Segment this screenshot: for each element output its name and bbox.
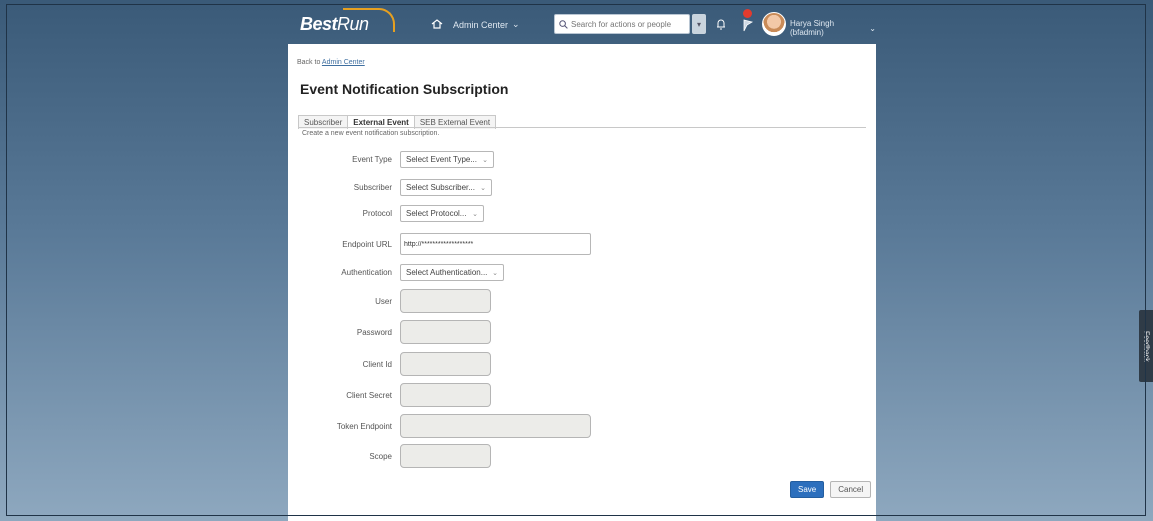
scope-label: Scope	[369, 451, 392, 461]
row-event-type: Event Type Select Event Type... ⌄	[288, 151, 494, 168]
row-user: User	[288, 289, 491, 313]
logo-swoosh-icon	[343, 8, 395, 32]
user-name: Harya Singh (bfadmin)	[790, 19, 835, 37]
breadcrumb: Back to Admin Center	[297, 59, 365, 66]
row-authentication: Authentication Select Authentication... …	[288, 264, 504, 281]
notification-badge	[743, 9, 752, 18]
tab-divider	[298, 127, 866, 128]
breadcrumb-prefix: Back to	[297, 59, 321, 66]
nav-menu-label: Admin Center	[453, 19, 509, 30]
row-scope: Scope	[288, 444, 491, 468]
authentication-value: Select Authentication...	[406, 268, 488, 277]
back-to-admin-center-link[interactable]: Admin Center	[322, 59, 365, 66]
form-actions: Save Cancel	[790, 481, 872, 498]
chevron-down-icon: ⌄	[869, 23, 876, 33]
user-menu[interactable]: Harya Singh (bfadmin) ⌄	[790, 19, 876, 37]
client-id-field[interactable]	[400, 352, 491, 376]
authentication-select[interactable]: Select Authentication... ⌄	[400, 264, 504, 281]
row-password: Password	[288, 320, 491, 344]
helper-text: Create a new event notification subscrip…	[302, 130, 440, 137]
row-protocol: Protocol Select Protocol... ⌄	[288, 205, 484, 222]
authentication-label: Authentication	[341, 268, 392, 277]
user-field[interactable]	[400, 289, 491, 313]
row-token-endpoint: Token Endpoint	[288, 414, 591, 438]
client-secret-field[interactable]	[400, 383, 491, 407]
event-type-label: Event Type	[352, 155, 392, 164]
chevron-down-icon: ⌄	[482, 156, 488, 164]
client-id-label: Client Id	[362, 359, 392, 369]
password-field[interactable]	[400, 320, 491, 344]
password-label: Password	[356, 327, 392, 337]
global-search	[554, 14, 690, 34]
token-endpoint-field[interactable]	[400, 414, 591, 438]
row-subscriber: Subscriber Select Subscriber... ⌄	[288, 179, 492, 196]
shell-bar: BestRun Admin Center ⌄ ▾ Harya Singh (bf…	[288, 4, 876, 44]
endpoint-url-label: Endpoint URL	[342, 239, 392, 249]
bell-icon[interactable]	[716, 18, 726, 30]
event-type-value: Select Event Type...	[406, 155, 478, 164]
subscriber-value: Select Subscriber...	[406, 183, 475, 192]
user-label: User	[375, 296, 392, 306]
client-secret-label: Client Secret	[346, 390, 392, 400]
row-client-id: Client Id	[288, 352, 491, 376]
chevron-down-icon: ⌄	[472, 210, 478, 218]
search-icon	[559, 19, 568, 29]
nav-menu-admin-center[interactable]: Admin Center ⌄	[453, 19, 520, 30]
row-client-secret: Client Secret	[288, 383, 491, 407]
logo-text-best: Best	[300, 14, 338, 34]
chevron-down-icon: ⌄	[480, 184, 486, 192]
save-button[interactable]: Save	[790, 481, 825, 498]
chevron-down-icon: ▾	[696, 19, 701, 29]
feedback-tab[interactable]: Feedback	[1139, 310, 1153, 382]
protocol-select[interactable]: Select Protocol... ⌄	[400, 205, 484, 222]
protocol-label: Protocol	[362, 209, 392, 218]
page-title: Event Notification Subscription	[300, 81, 509, 97]
protocol-value: Select Protocol...	[406, 209, 467, 218]
search-input[interactable]	[568, 19, 681, 29]
chevron-down-icon: ⌄	[512, 19, 520, 29]
avatar[interactable]	[762, 12, 786, 36]
subscriber-label: Subscriber	[353, 183, 392, 192]
chevron-down-icon: ⌄	[492, 269, 498, 277]
home-icon[interactable]	[431, 19, 443, 29]
cancel-button[interactable]: Cancel	[830, 481, 872, 498]
endpoint-url-input[interactable]	[400, 233, 591, 255]
scope-field[interactable]	[400, 444, 491, 468]
subscriber-select[interactable]: Select Subscriber... ⌄	[400, 179, 492, 196]
event-type-select[interactable]: Select Event Type... ⌄	[400, 151, 494, 168]
row-endpoint-url: Endpoint URL	[288, 233, 591, 255]
search-scope-button[interactable]: ▾	[692, 14, 706, 34]
main-panel: Back to Admin Center Event Notification …	[288, 44, 876, 521]
token-endpoint-label: Token Endpoint	[336, 421, 392, 431]
